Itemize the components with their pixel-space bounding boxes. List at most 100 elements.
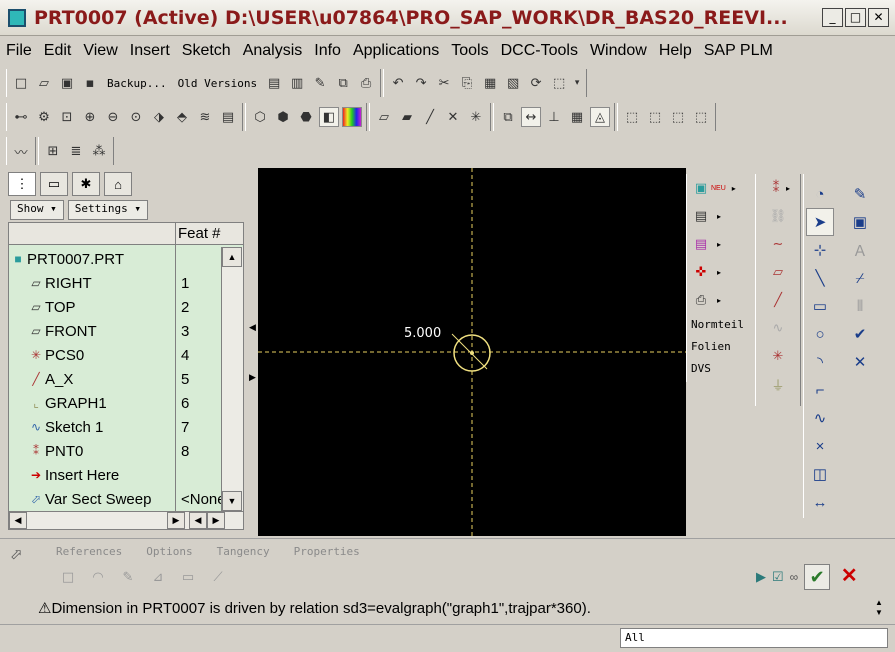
tree-item-var-sect-sweep[interactable]: ⬀Var Sect Sweep <None: [9, 487, 221, 511]
redo-icon[interactable]: ↷: [411, 73, 431, 93]
select-box-icon[interactable]: ⬚: [549, 73, 569, 93]
hidden-line-icon[interactable]: ⬢: [273, 107, 293, 127]
refit-icon[interactable]: ⊡: [57, 107, 77, 127]
zoom-fit-icon[interactable]: ⊙: [126, 107, 146, 127]
dimension-tool[interactable]: ↔: [806, 488, 834, 516]
message-scroll[interactable]: ▲ ▼: [870, 598, 888, 620]
datum-curve-tool[interactable]: ∼: [756, 230, 800, 258]
tree-item-right[interactable]: ▱ RIGHT 1: [9, 271, 221, 295]
tool-b-item[interactable]: ▤ ▸: [687, 230, 754, 258]
tree-horizontal-scrollbar[interactable]: ◀ ▶ ◀ ▶: [9, 511, 243, 529]
save-copy-icon[interactable]: ▤: [264, 73, 284, 93]
tree-item-pnt0[interactable]: ⁑ PNT0 8: [9, 439, 221, 463]
tool-c-item[interactable]: ✜ ▸: [687, 258, 754, 286]
print-icon[interactable]: ⎙: [356, 73, 376, 93]
line-tool[interactable]: ╲: [806, 264, 834, 292]
datum-plane-tool[interactable]: ▱: [756, 258, 800, 286]
glasses-icon[interactable]: ∞: [790, 570, 799, 584]
sketch-setup-tool[interactable]: ◔: [806, 180, 834, 208]
menu-sketch[interactable]: Sketch: [182, 42, 231, 60]
graphics-window[interactable]: 5.000: [258, 168, 686, 536]
feat-scroll-right-icon[interactable]: ▶: [207, 512, 225, 529]
tool-a-item[interactable]: ▤ ▸: [687, 202, 754, 230]
copy-icon[interactable]: ⎘: [457, 73, 477, 93]
datum-point-display-icon[interactable]: ✕: [443, 107, 463, 127]
text-tool[interactable]: Ａ: [846, 236, 874, 264]
cut-icon[interactable]: ✂: [434, 73, 454, 93]
point-tool[interactable]: ×: [806, 432, 834, 460]
sketch-tool[interactable]: ∿: [756, 314, 800, 342]
panel-splitter[interactable]: ◀ ▶: [247, 172, 257, 532]
menu-tools[interactable]: Tools: [451, 42, 488, 60]
modify-tool[interactable]: ▣: [846, 208, 874, 236]
minimize-button[interactable]: _: [822, 8, 843, 27]
grid-display-icon[interactable]: ▦: [567, 107, 587, 127]
show-menu-button[interactable]: Show ▾: [10, 200, 64, 220]
coord-sys-tool[interactable]: ✳: [756, 342, 800, 370]
sketch-view-icon[interactable]: ⧉: [498, 107, 518, 127]
tab-connections[interactable]: ⌂: [104, 172, 132, 196]
menu-file[interactable]: File: [6, 42, 32, 60]
menu-dcc-tools[interactable]: DCC-Tools: [501, 42, 578, 60]
feature-display-icon[interactable]: ⬚: [668, 107, 688, 127]
menu-analysis[interactable]: Analysis: [243, 42, 303, 60]
dimension-display-icon[interactable]: ↔: [521, 107, 541, 127]
scroll-down-icon[interactable]: ▼: [222, 491, 242, 511]
arc-tool[interactable]: ◝: [806, 348, 834, 376]
pause-icon[interactable]: ▶: [756, 569, 766, 585]
sketch-section-icon[interactable]: ✎: [118, 567, 138, 587]
fillet-tool[interactable]: ⌐: [806, 376, 834, 404]
dimension-label[interactable]: 5.000: [404, 326, 441, 341]
undo-icon[interactable]: ↶: [388, 73, 408, 93]
chevron-down-icon[interactable]: ▾: [572, 73, 582, 93]
datum-axis-display-icon[interactable]: ╱: [420, 107, 440, 127]
quit-tool[interactable]: ✕: [846, 348, 874, 376]
folien-item[interactable]: Folien: [687, 336, 754, 358]
scroll-down-icon[interactable]: ▼: [870, 608, 888, 618]
tree-item-prt0007[interactable]: ■ PRT0007.PRT: [9, 247, 221, 271]
tab-properties[interactable]: Properties: [294, 545, 360, 558]
zoom-out-icon[interactable]: ⊖: [103, 107, 123, 127]
tab-model-tree[interactable]: ⋮: [8, 172, 36, 196]
datum-plane-tag-icon[interactable]: ▰: [397, 107, 417, 127]
dvs-item[interactable]: DVS: [687, 358, 754, 380]
constraint-display-icon[interactable]: ⊥: [544, 107, 564, 127]
settings-menu-button[interactable]: Settings ▾: [67, 200, 148, 220]
copy-file-icon[interactable]: ⧉: [333, 73, 353, 93]
ok-button[interactable]: ✔: [804, 564, 831, 590]
model-tree-icon[interactable]: ▤: [218, 107, 238, 127]
layers-icon[interactable]: ≋: [195, 107, 215, 127]
sketch-mode-icon[interactable]: 〰: [11, 141, 31, 161]
save-icon[interactable]: ▪: [80, 73, 100, 93]
close-button[interactable]: ✕: [868, 8, 889, 27]
tab-favorites[interactable]: ✱: [72, 172, 100, 196]
regenerate-icon[interactable]: ⟳: [526, 73, 546, 93]
saved-views-icon[interactable]: ⬘: [172, 107, 192, 127]
rectangle-tool[interactable]: ▭: [806, 292, 834, 320]
scroll-left-icon[interactable]: ◀: [9, 512, 27, 529]
expand-right-icon[interactable]: ▶: [249, 372, 256, 383]
tree-item-top[interactable]: ▱ TOP 2: [9, 295, 221, 319]
zoom-in-icon[interactable]: ⊕: [80, 107, 100, 127]
edge-display-icon[interactable]: ⬚: [691, 107, 711, 127]
tool-d-item[interactable]: ⎙ ▸: [687, 286, 754, 314]
view-manager-icon[interactable]: ⬗: [149, 107, 169, 127]
new-part-item[interactable]: ▣ NEU ▸: [687, 174, 754, 202]
open-folder-icon[interactable]: ▱: [34, 73, 54, 93]
shading-icon[interactable]: ◧: [319, 107, 339, 127]
select-tool[interactable]: ➤: [806, 208, 834, 236]
tab-options[interactable]: Options: [146, 545, 192, 558]
scroll-track[interactable]: [27, 512, 167, 529]
feat-column-header[interactable]: Feat #: [175, 223, 229, 245]
chain-tool[interactable]: ⛓: [756, 202, 800, 230]
surface-icon[interactable]: ◠: [88, 567, 108, 587]
edit-file-icon[interactable]: ✎: [310, 73, 330, 93]
annotation-display-icon[interactable]: ⬚: [622, 107, 642, 127]
paste-icon[interactable]: ▦: [480, 73, 500, 93]
menu-view[interactable]: View: [83, 42, 117, 60]
scroll-right-icon[interactable]: ▶: [167, 512, 185, 529]
collapse-left-icon[interactable]: ◀: [249, 322, 256, 333]
orient-icon[interactable]: ⚙: [34, 107, 54, 127]
constant-section-icon[interactable]: ⟋: [208, 567, 228, 587]
backup-button[interactable]: Backup...: [103, 77, 171, 90]
